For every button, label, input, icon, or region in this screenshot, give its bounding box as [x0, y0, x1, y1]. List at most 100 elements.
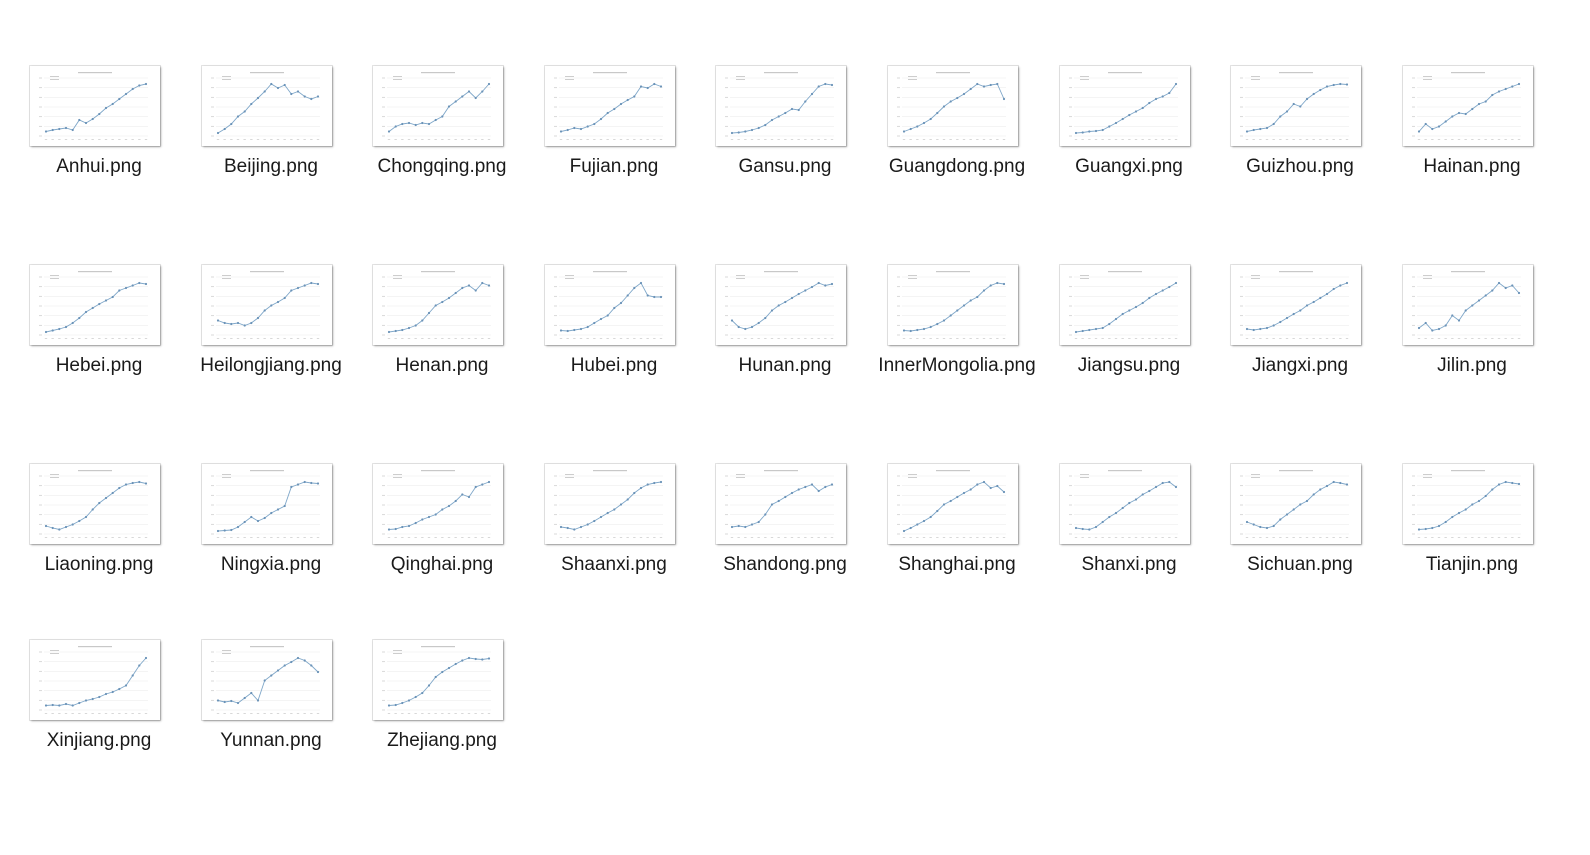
file-thumbnail[interactable] — [1231, 66, 1361, 146]
file-name-label[interactable]: InnerMongolia.png — [872, 354, 1042, 378]
file-name-label[interactable]: Anhui.png — [14, 155, 184, 179]
file-thumbnail[interactable] — [1403, 265, 1533, 345]
file-thumbnail[interactable] — [30, 265, 160, 345]
file-name-label[interactable]: Guizhou.png — [1215, 155, 1385, 179]
file-item[interactable]: Liaoning.png — [14, 464, 184, 614]
thumb-xtick — [817, 537, 820, 538]
file-name-label[interactable]: Liaoning.png — [14, 553, 184, 577]
file-item[interactable]: Hainan.png — [1387, 66, 1557, 216]
file-name-label[interactable]: Qinghai.png — [357, 553, 527, 577]
file-item[interactable]: Fujian.png — [529, 66, 699, 216]
thumb-xtick — [1491, 139, 1494, 140]
file-name-label[interactable]: Fujian.png — [529, 155, 699, 179]
file-thumbnail[interactable] — [1060, 265, 1190, 345]
file-item[interactable]: Anhui.png — [14, 66, 184, 216]
file-thumbnail[interactable] — [30, 464, 160, 544]
thumb-series-point — [817, 85, 820, 88]
file-name-label[interactable]: Xinjiang.png — [14, 729, 184, 753]
file-name-label[interactable]: Jiangsu.png — [1044, 354, 1214, 378]
file-item[interactable]: Guangdong.png — [872, 66, 1042, 216]
file-item[interactable]: Henan.png — [357, 265, 527, 415]
file-item[interactable]: Hubei.png — [529, 265, 699, 415]
file-thumbnail[interactable] — [202, 464, 332, 544]
file-thumbnail[interactable] — [888, 464, 1018, 544]
file-item[interactable]: Qinghai.png — [357, 464, 527, 614]
file-thumbnail[interactable] — [1403, 66, 1533, 146]
file-name-label[interactable]: Jilin.png — [1387, 354, 1557, 378]
file-item[interactable]: Yunnan.png — [186, 640, 356, 790]
file-name-label[interactable]: Hunan.png — [700, 354, 870, 378]
file-name-label[interactable]: Hubei.png — [529, 354, 699, 378]
file-item[interactable]: InnerMongolia.png — [872, 265, 1042, 415]
file-name-label[interactable]: Hebei.png — [14, 354, 184, 378]
file-name-label[interactable]: Hainan.png — [1387, 155, 1557, 179]
file-thumbnail[interactable] — [1231, 464, 1361, 544]
file-thumbnail[interactable] — [888, 265, 1018, 345]
thumb-series-point — [1424, 321, 1427, 325]
file-item[interactable]: Ningxia.png — [186, 464, 356, 614]
thumb-series-point — [296, 483, 300, 486]
file-name-label[interactable]: Beijing.png — [186, 155, 356, 179]
file-name-label[interactable]: Yunnan.png — [186, 729, 356, 753]
file-item[interactable]: Jiangsu.png — [1044, 265, 1214, 415]
file-item[interactable]: Shaanxi.png — [529, 464, 699, 614]
file-thumbnail[interactable] — [1060, 464, 1190, 544]
file-item[interactable]: Zhejiang.png — [357, 640, 527, 790]
file-thumbnail[interactable] — [373, 640, 503, 720]
file-thumbnail[interactable] — [545, 464, 675, 544]
file-name-label[interactable]: Guangxi.png — [1044, 155, 1214, 179]
file-thumbnail[interactable] — [373, 464, 503, 544]
file-name-label[interactable]: Shanghai.png — [872, 553, 1042, 577]
file-item[interactable]: Shandong.png — [700, 464, 870, 614]
file-item[interactable]: Beijing.png — [186, 66, 356, 216]
thumb-series-point — [922, 121, 926, 125]
file-item[interactable]: Gansu.png — [700, 66, 870, 216]
file-item[interactable]: Jilin.png — [1387, 265, 1557, 415]
file-name-label[interactable]: Shandong.png — [700, 553, 870, 577]
file-thumbnail[interactable] — [373, 265, 503, 345]
file-item[interactable]: Chongqing.png — [357, 66, 527, 216]
file-item[interactable]: Heilongjiang.png — [186, 265, 356, 415]
file-item[interactable]: Shanxi.png — [1044, 464, 1214, 614]
file-thumbnail[interactable] — [1060, 66, 1190, 146]
file-name-label[interactable]: Zhejiang.png — [357, 729, 527, 753]
file-name-label[interactable]: Henan.png — [357, 354, 527, 378]
file-name-label[interactable]: Chongqing.png — [357, 155, 527, 179]
file-name-label[interactable]: Shanxi.png — [1044, 553, 1214, 577]
file-thumbnail[interactable] — [716, 265, 846, 345]
file-thumbnail[interactable] — [716, 464, 846, 544]
thumb-xtick — [467, 139, 471, 140]
file-thumbnail[interactable] — [30, 66, 160, 146]
file-item[interactable]: Shanghai.png — [872, 464, 1042, 614]
file-thumbnail[interactable] — [1231, 265, 1361, 345]
file-item[interactable]: Hunan.png — [700, 265, 870, 415]
file-thumbnail[interactable] — [202, 640, 332, 720]
file-thumbnail[interactable] — [716, 66, 846, 146]
file-item[interactable]: Guangxi.png — [1044, 66, 1214, 216]
file-thumbnail[interactable] — [888, 66, 1018, 146]
file-name-label[interactable]: Heilongjiang.png — [186, 354, 356, 378]
chart-thumbnail-icon — [1069, 271, 1178, 339]
file-name-label[interactable]: Tianjin.png — [1387, 553, 1557, 577]
thumb-series-point — [1497, 281, 1501, 285]
file-name-label[interactable]: Guangdong.png — [872, 155, 1042, 179]
file-name-label[interactable]: Sichuan.png — [1215, 553, 1385, 577]
file-name-label[interactable]: Jiangxi.png — [1215, 354, 1385, 378]
file-thumbnail[interactable] — [373, 66, 503, 146]
file-item[interactable]: Hebei.png — [14, 265, 184, 415]
file-name-label[interactable]: Shaanxi.png — [529, 553, 699, 577]
file-name-label[interactable]: Ningxia.png — [186, 553, 356, 577]
file-item[interactable]: Jiangxi.png — [1215, 265, 1385, 415]
file-item[interactable]: Tianjin.png — [1387, 464, 1557, 614]
file-thumbnail[interactable] — [545, 265, 675, 345]
file-thumbnail[interactable] — [30, 640, 160, 720]
chart-thumbnail-icon — [897, 72, 1006, 140]
file-thumbnail[interactable] — [1403, 464, 1533, 544]
file-item[interactable]: Xinjiang.png — [14, 640, 184, 790]
file-item[interactable]: Guizhou.png — [1215, 66, 1385, 216]
file-item[interactable]: Sichuan.png — [1215, 464, 1385, 614]
file-name-label[interactable]: Gansu.png — [700, 155, 870, 179]
file-thumbnail[interactable] — [202, 265, 332, 345]
file-thumbnail[interactable] — [545, 66, 675, 146]
file-thumbnail[interactable] — [202, 66, 332, 146]
